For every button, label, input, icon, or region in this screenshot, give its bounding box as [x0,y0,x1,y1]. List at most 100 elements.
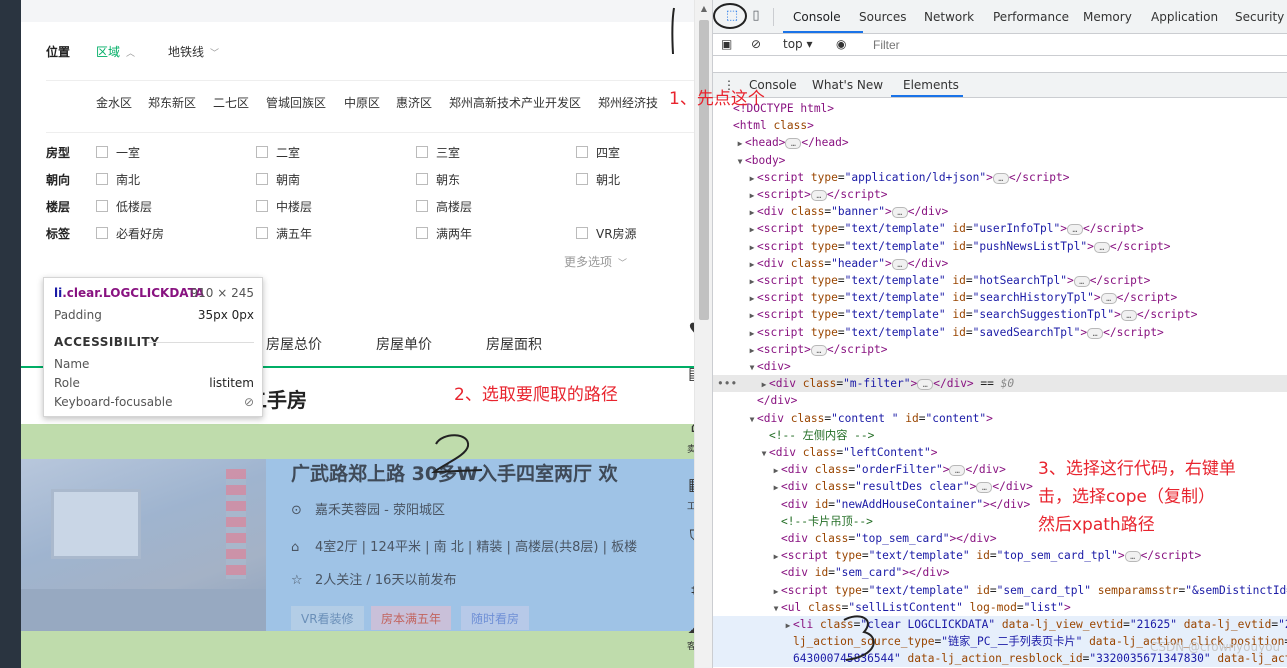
dom-node-line[interactable]: ▶ <div class="banner">… </div> [713,203,1287,220]
tooltip-class: .clear.LOGCLICKDATA [62,286,205,300]
dom-node-line[interactable]: </div> [713,392,1287,409]
tag-five-year: 房本满五年 [371,606,452,630]
collapsed-triangle-icon[interactable]: ▶ [747,204,757,221]
room-option[interactable]: 四室 [576,144,620,161]
orientation-option[interactable]: 朝东 [416,171,460,188]
district-option[interactable]: 金水区 [96,94,132,111]
district-option[interactable]: 郑州经济技 [598,94,658,111]
listing-photo[interactable] [21,459,266,631]
collapsed-triangle-icon[interactable]: ▶ [747,290,757,307]
collapsed-triangle-icon[interactable]: ▶ [747,342,757,359]
district-option[interactable]: 郑州高新技术产业开发区 [449,94,581,111]
dom-node-line[interactable]: <div class="top_sem_card"></div> [713,530,1287,547]
orientation-option[interactable]: 朝南 [256,171,300,188]
collapsed-triangle-icon[interactable]: ▶ [747,256,757,273]
expanded-triangle-icon[interactable]: ▼ [771,600,781,617]
collapsed-triangle-icon[interactable]: ▶ [771,548,781,565]
dom-node-line[interactable]: <!--卡片吊顶--> [713,513,1287,530]
expanded-triangle-icon[interactable]: ▼ [747,359,757,376]
collapsed-triangle-icon[interactable]: ▶ [747,307,757,324]
listing-community[interactable]: ⊙ 嘉禾芙蓉园 - 荥阳城区 [291,499,445,518]
dom-node-line[interactable]: ▶ <script type="text/template" id="hotSea… [713,272,1287,289]
collapsed-triangle-icon[interactable]: ▶ [783,617,793,634]
collapsed-triangle-icon[interactable]: ▶ [771,479,781,496]
dom-node-line[interactable]: ▶ <script type="text/template" id="userIn… [713,220,1287,237]
dom-node-line[interactable]: ▶ <script type="text/template" id="pushNe… [713,238,1287,255]
context-select[interactable]: top ▾ [783,37,813,51]
sort-total-price[interactable]: 房屋总价 [266,334,322,354]
tab-console[interactable]: Console [793,10,841,24]
district-option[interactable]: 中原区 [344,94,380,111]
collapsed-triangle-icon[interactable]: ▶ [771,462,781,479]
dom-node-line[interactable]: <!DOCTYPE html> [713,100,1287,117]
tab-region[interactable]: 区域 ︿ [96,43,135,60]
eye-icon[interactable]: ◉ [836,37,846,51]
dom-node-markup: <script type="text/template" id="hotSear… [757,274,1151,287]
node-more-icon[interactable]: ••• [717,375,737,392]
dom-node-line[interactable]: ▶ <div class="m-filter">… </div> == $0 ••• [713,375,1287,393]
orientation-option[interactable]: 南北 [96,171,140,188]
drawer-tab-whats-new[interactable]: What's New [812,78,883,92]
more-options-link[interactable]: 更多选项 ﹀ [564,253,627,270]
tab-security[interactable]: Security [1235,10,1284,24]
dom-node-line[interactable]: ▼ <ul class="sellListContent" log-mod="li… [713,599,1287,616]
sort-unit-price[interactable]: 房屋单价 [376,334,432,354]
floor-option[interactable]: 低楼层 [96,198,152,215]
tab-memory[interactable]: Memory [1083,10,1132,24]
tag-option[interactable]: 必看好房 [96,225,164,242]
dom-node-line[interactable]: ▶ <script type="application/ld+json">… </s… [713,169,1287,186]
collapsed-triangle-icon[interactable]: ▶ [735,135,745,152]
dom-node-line[interactable]: ▶ <script type="text/template" id="top_se… [713,547,1287,564]
tab-performance[interactable]: Performance [993,10,1069,24]
district-option[interactable]: 郑东新区 [148,94,196,111]
dom-node-line[interactable]: ▶ <div class="header">… </div> [713,255,1287,272]
collapsed-triangle-icon[interactable]: ▶ [747,170,757,187]
collapsed-triangle-icon[interactable]: ▶ [747,221,757,238]
expanded-triangle-icon[interactable]: ▼ [747,411,757,428]
tab-subway[interactable]: 地铁线 ﹀ [168,43,219,60]
dom-node-line[interactable]: ▶ <script>… </script> [713,341,1287,358]
district-option[interactable]: 二七区 [213,94,249,111]
room-option[interactable]: 三室 [416,144,460,161]
expanded-triangle-icon[interactable]: ▼ [759,445,769,462]
dom-node-line[interactable]: ▶ <script type="text/template" id="search… [713,289,1287,306]
scroll-thumb[interactable] [699,20,709,320]
dom-node-line[interactable]: ▶ <script type="text/template" id="savedS… [713,324,1287,341]
room-option[interactable]: 二室 [256,144,300,161]
dom-node-line[interactable]: ▼ <div> [713,358,1287,375]
collapsed-triangle-icon[interactable]: ▶ [771,583,781,600]
district-option[interactable]: 管城回族区 [266,94,326,111]
expanded-triangle-icon[interactable]: ▼ [735,153,745,170]
dom-node-line[interactable]: ▶ <script type="text/template" id="sem_ca… [713,582,1287,599]
tab-sources[interactable]: Sources [859,10,906,24]
tag-option[interactable]: 满两年 [416,225,472,242]
dom-node-line[interactable]: <!-- 左侧内容 --> [713,427,1287,444]
collapsed-triangle-icon[interactable]: ▶ [747,325,757,342]
room-option[interactable]: 一室 [96,144,140,161]
dom-node-line[interactable]: ▼ <body> [713,152,1287,169]
orientation-option[interactable]: 朝北 [576,171,620,188]
floor-option[interactable]: 高楼层 [416,198,472,215]
collapsed-triangle-icon[interactable]: ▶ [747,187,757,204]
clear-console-icon[interactable]: ⊘ [751,37,761,51]
tab-network[interactable]: Network [924,10,974,24]
collapsed-triangle-icon[interactable]: ▶ [747,273,757,290]
dom-node-line[interactable]: ▶ <script>… </script> [713,186,1287,203]
dom-node-line[interactable]: ▶ <script type="text/template" id="search… [713,306,1287,323]
dom-node-line[interactable]: ▶ <head>… </head> [713,134,1287,151]
console-filter-input[interactable] [865,36,1285,54]
dom-node-line[interactable]: ▶ <li class="clear LOGCLICKDATA" data-lj_… [713,616,1287,633]
tag-option[interactable]: VR房源 [576,225,637,242]
tag-option[interactable]: 满五年 [256,225,312,242]
dom-node-line[interactable]: ▼ <div class="content " id="content"> [713,410,1287,427]
district-option[interactable]: 惠济区 [396,94,432,111]
floor-option[interactable]: 中楼层 [256,198,312,215]
drawer-tab-elements[interactable]: Elements [903,78,959,92]
collapsed-triangle-icon[interactable]: ▶ [747,239,757,256]
collapsed-triangle-icon[interactable]: ▶ [759,376,769,393]
sort-area[interactable]: 房屋面积 [486,334,542,354]
tab-application[interactable]: Application [1151,10,1218,24]
dom-node-line[interactable]: <html class> [713,117,1287,134]
dom-node-line[interactable]: <div id="sem_card"></div> [713,564,1287,581]
dom-node-markup: <!-- 左侧内容 --> [769,428,875,442]
